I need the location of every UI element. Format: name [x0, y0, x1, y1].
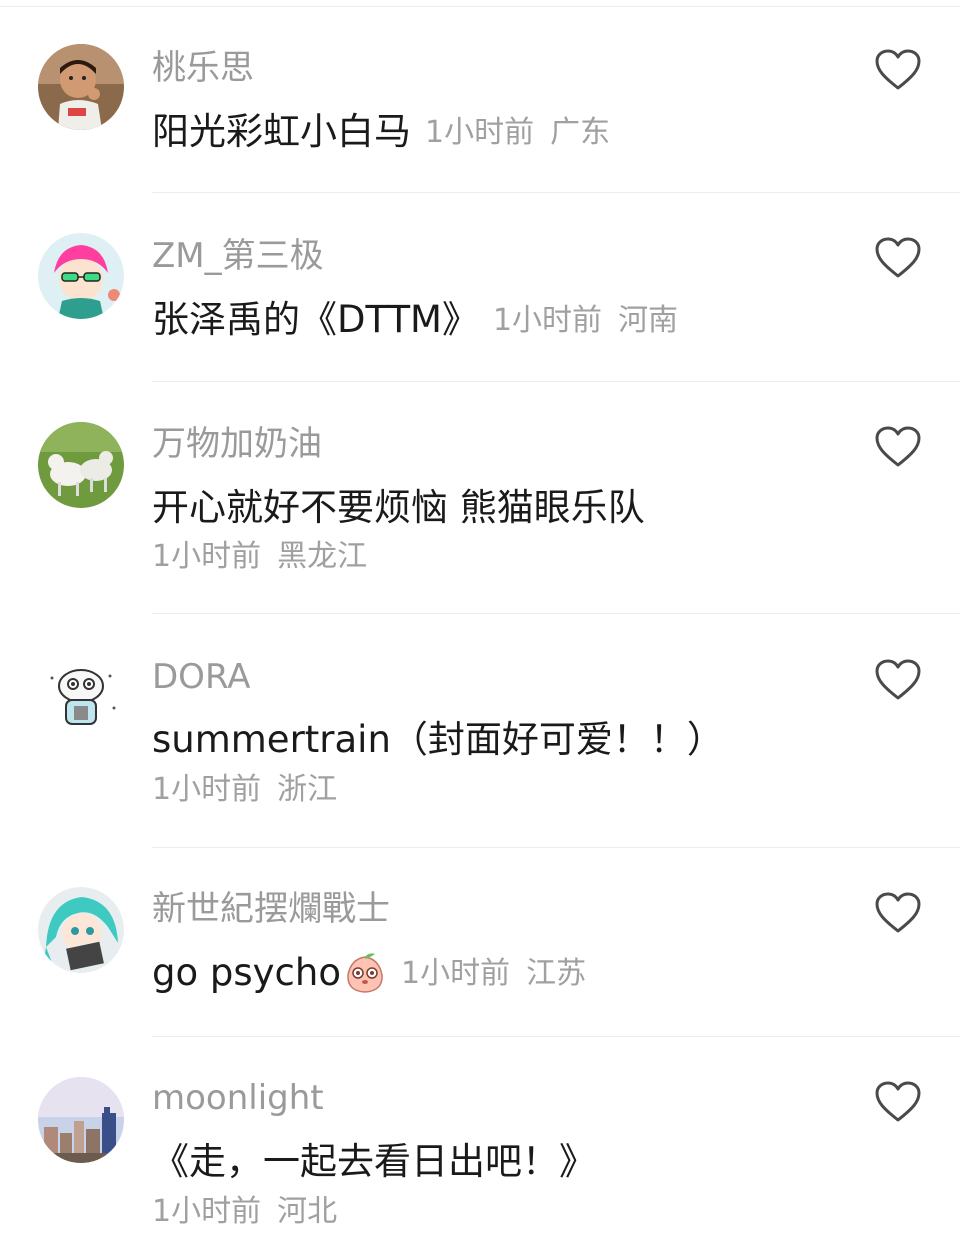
comment-username[interactable]: 万物加奶油: [152, 424, 322, 464]
comment-meta: 1小时前 河南: [493, 303, 678, 338]
comment-text: go psycho 1小时前 江苏: [152, 951, 586, 996]
comment-item: 新世紀摆爛戰士 go psycho 1小时前 江苏: [0, 848, 960, 1037]
comment-time: 1小时前: [492, 303, 603, 338]
comment-location: 江苏: [526, 956, 587, 991]
comment-location: 广东: [550, 115, 611, 150]
peach-face-emoji-icon: [343, 951, 387, 995]
comment-item: 桃乐思 阳光彩虹小白马 1小时前 广东: [0, 0, 960, 193]
comment-meta: 1小时前 江苏: [401, 956, 586, 991]
heart-icon[interactable]: [874, 658, 922, 702]
comment-text-body: go psycho: [152, 951, 341, 994]
comment-meta: 1小时前 广东: [425, 115, 610, 150]
comment-username[interactable]: DORA: [152, 657, 250, 697]
comment-item: moonlight 《走，一起去看日出吧！》 1小时前 河北: [0, 1036, 960, 1249]
comment-time: 1小时前: [400, 956, 511, 991]
comment-item: 万物加奶油 开心就好不要烦恼 熊猫眼乐队 1小时前 黑龙江: [0, 381, 960, 614]
comment-time: 1小时前: [152, 539, 262, 574]
city-skyline-avatar[interactable]: [38, 1077, 124, 1163]
comment-text: 开心就好不要烦恼 熊猫眼乐队: [152, 486, 645, 529]
comment-text: 《走，一起去看日出吧！》: [152, 1140, 596, 1183]
comment-time: 1小时前: [425, 115, 535, 150]
comment-location: 河北: [277, 1194, 338, 1229]
goats-photo-avatar[interactable]: [38, 422, 124, 508]
anime-teal-hair-avatar[interactable]: [38, 887, 124, 973]
heart-icon[interactable]: [874, 425, 922, 469]
comment-location: 浙江: [277, 772, 338, 807]
comment-location: 黑龙江: [277, 539, 368, 574]
comment-meta: 1小时前 黑龙江: [152, 539, 367, 575]
comment-time: 1小时前: [152, 772, 262, 807]
heart-icon[interactable]: [874, 236, 922, 280]
heart-icon[interactable]: [874, 1080, 922, 1124]
comment-location: 河南: [618, 303, 679, 338]
heart-icon[interactable]: [874, 891, 922, 935]
comment-username[interactable]: moonlight: [152, 1078, 324, 1118]
comment-username[interactable]: ZM_第三极: [152, 236, 324, 276]
comment-text-body: 阳光彩虹小白马: [152, 110, 411, 153]
anime-pink-hair-avatar[interactable]: [38, 233, 124, 319]
heart-icon[interactable]: [874, 48, 922, 92]
comment-time: 1小时前: [152, 1194, 262, 1229]
comment-username[interactable]: 新世紀摆爛戰士: [152, 889, 390, 929]
comment-text-body: 张泽禹的《DTTM》: [152, 298, 479, 341]
comment-text: summertrain（封面好可爱！！）: [152, 718, 724, 761]
child-photo-avatar[interactable]: [38, 44, 124, 130]
comment-text: 张泽禹的《DTTM》 1小时前 河南: [152, 298, 678, 343]
comment-item: DORA summertrain（封面好可爱！！） 1小时前 浙江: [0, 614, 960, 848]
comment-meta: 1小时前 浙江: [152, 772, 337, 808]
comment-username[interactable]: 桃乐思: [152, 48, 254, 88]
comment-meta: 1小时前 河北: [152, 1194, 337, 1230]
cartoon-creature-avatar[interactable]: [38, 656, 124, 742]
comment-text: 阳光彩虹小白马 1小时前 广东: [152, 110, 610, 155]
comment-item: ZM_第三极 张泽禹的《DTTM》 1小时前 河南: [0, 193, 960, 382]
